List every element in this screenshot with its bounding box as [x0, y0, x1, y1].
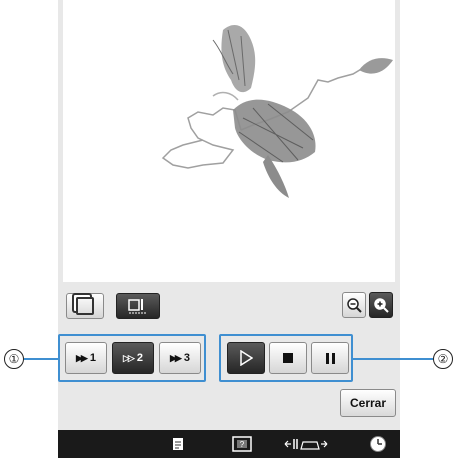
presser-foot-icon	[284, 439, 328, 450]
presser-foot-button[interactable]	[276, 430, 336, 458]
embroidery-leaf-design	[161, 25, 393, 198]
document-icon	[173, 438, 183, 450]
close-button[interactable]: Cerrar	[340, 389, 396, 417]
speed-3-button[interactable]: ▶▶ 3	[159, 342, 201, 374]
bottom-toolbar: ?	[58, 430, 400, 458]
needle-preview-icon	[128, 299, 147, 314]
speed-2-button[interactable]: ▷▷ 2	[112, 342, 154, 374]
manual-button[interactable]	[158, 430, 198, 458]
view-toggle-button[interactable]	[66, 293, 104, 319]
pause-button[interactable]	[311, 342, 349, 374]
clock-button[interactable]	[358, 430, 398, 458]
callout-2: ②	[433, 349, 453, 369]
help-icon: ?	[232, 436, 252, 452]
speed-1-button[interactable]: ▶▶ 1	[65, 342, 107, 374]
zoom-in-icon	[374, 298, 389, 313]
play-button[interactable]	[227, 342, 265, 374]
stitch-preview-canvas	[63, 0, 395, 282]
zoom-in-button[interactable]	[369, 292, 393, 318]
zoom-out-icon	[347, 298, 362, 313]
fast-forward-icon: ▷▷	[123, 352, 135, 363]
stop-button[interactable]	[269, 342, 307, 374]
help-button[interactable]: ?	[222, 430, 262, 458]
clock-icon	[370, 436, 386, 452]
pause-icon	[325, 352, 329, 364]
callout-1: ①	[4, 349, 24, 369]
stop-icon	[283, 353, 293, 363]
fast-forward-icon: ▶▶	[170, 352, 182, 363]
callout-1-leader	[24, 358, 58, 360]
frame-view-icon	[76, 297, 94, 315]
play-icon	[240, 350, 253, 366]
svg-text:?: ?	[240, 440, 245, 449]
zoom-out-button[interactable]	[342, 292, 366, 318]
sewing-preview-button[interactable]	[116, 293, 160, 319]
callout-2-leader	[353, 358, 433, 360]
fast-forward-icon: ▶▶	[76, 352, 88, 363]
